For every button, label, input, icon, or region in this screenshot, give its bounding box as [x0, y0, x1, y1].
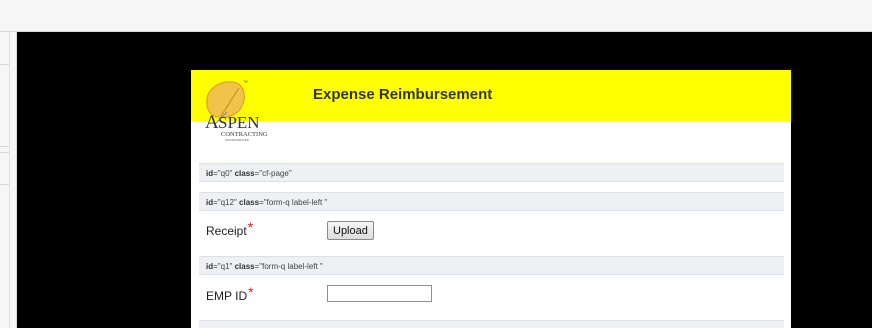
svg-text:™: ™	[243, 80, 248, 86]
svg-text:SPEN: SPEN	[218, 113, 260, 132]
emp-question-bar: id="q1" class="form-q label-left "	[199, 256, 784, 275]
emp-id-label: EMP ID*	[206, 284, 254, 303]
form-title: Expense Reimbursement	[313, 86, 493, 103]
side-panel-divider	[0, 146, 9, 147]
browser-top-bar	[0, 0, 872, 32]
svg-text:A: A	[205, 112, 219, 133]
svg-text:INCORPORATED: INCORPORATED	[225, 138, 250, 142]
receipt-row: Receipt* Upload	[199, 212, 784, 254]
required-asterisk: *	[247, 219, 254, 235]
side-panel-divider	[0, 64, 9, 65]
receipt-question-bar: id="q12" class="form-q label-left "	[199, 192, 784, 211]
emp-id-input[interactable]	[327, 285, 432, 302]
next-question-bar	[199, 320, 784, 328]
receipt-label: Receipt*	[206, 219, 254, 238]
side-panel-divider	[0, 184, 9, 185]
upload-button[interactable]: Upload	[327, 221, 374, 240]
page-info-bar: id="q0" class="cf-page"	[199, 163, 784, 182]
expense-form: Expense Reimbursement ™ A SPEN CONTRACTI…	[191, 70, 791, 328]
aspen-logo: ™ A SPEN CONTRACTING INCORPORATED	[205, 80, 268, 142]
svg-text:CONTRACTING: CONTRACTING	[221, 131, 268, 138]
required-asterisk: *	[248, 284, 254, 300]
left-side-panel	[0, 32, 17, 328]
side-panel-divider	[9, 32, 10, 328]
emp-id-row: EMP ID*	[199, 275, 784, 317]
side-panel-divider	[0, 152, 9, 153]
